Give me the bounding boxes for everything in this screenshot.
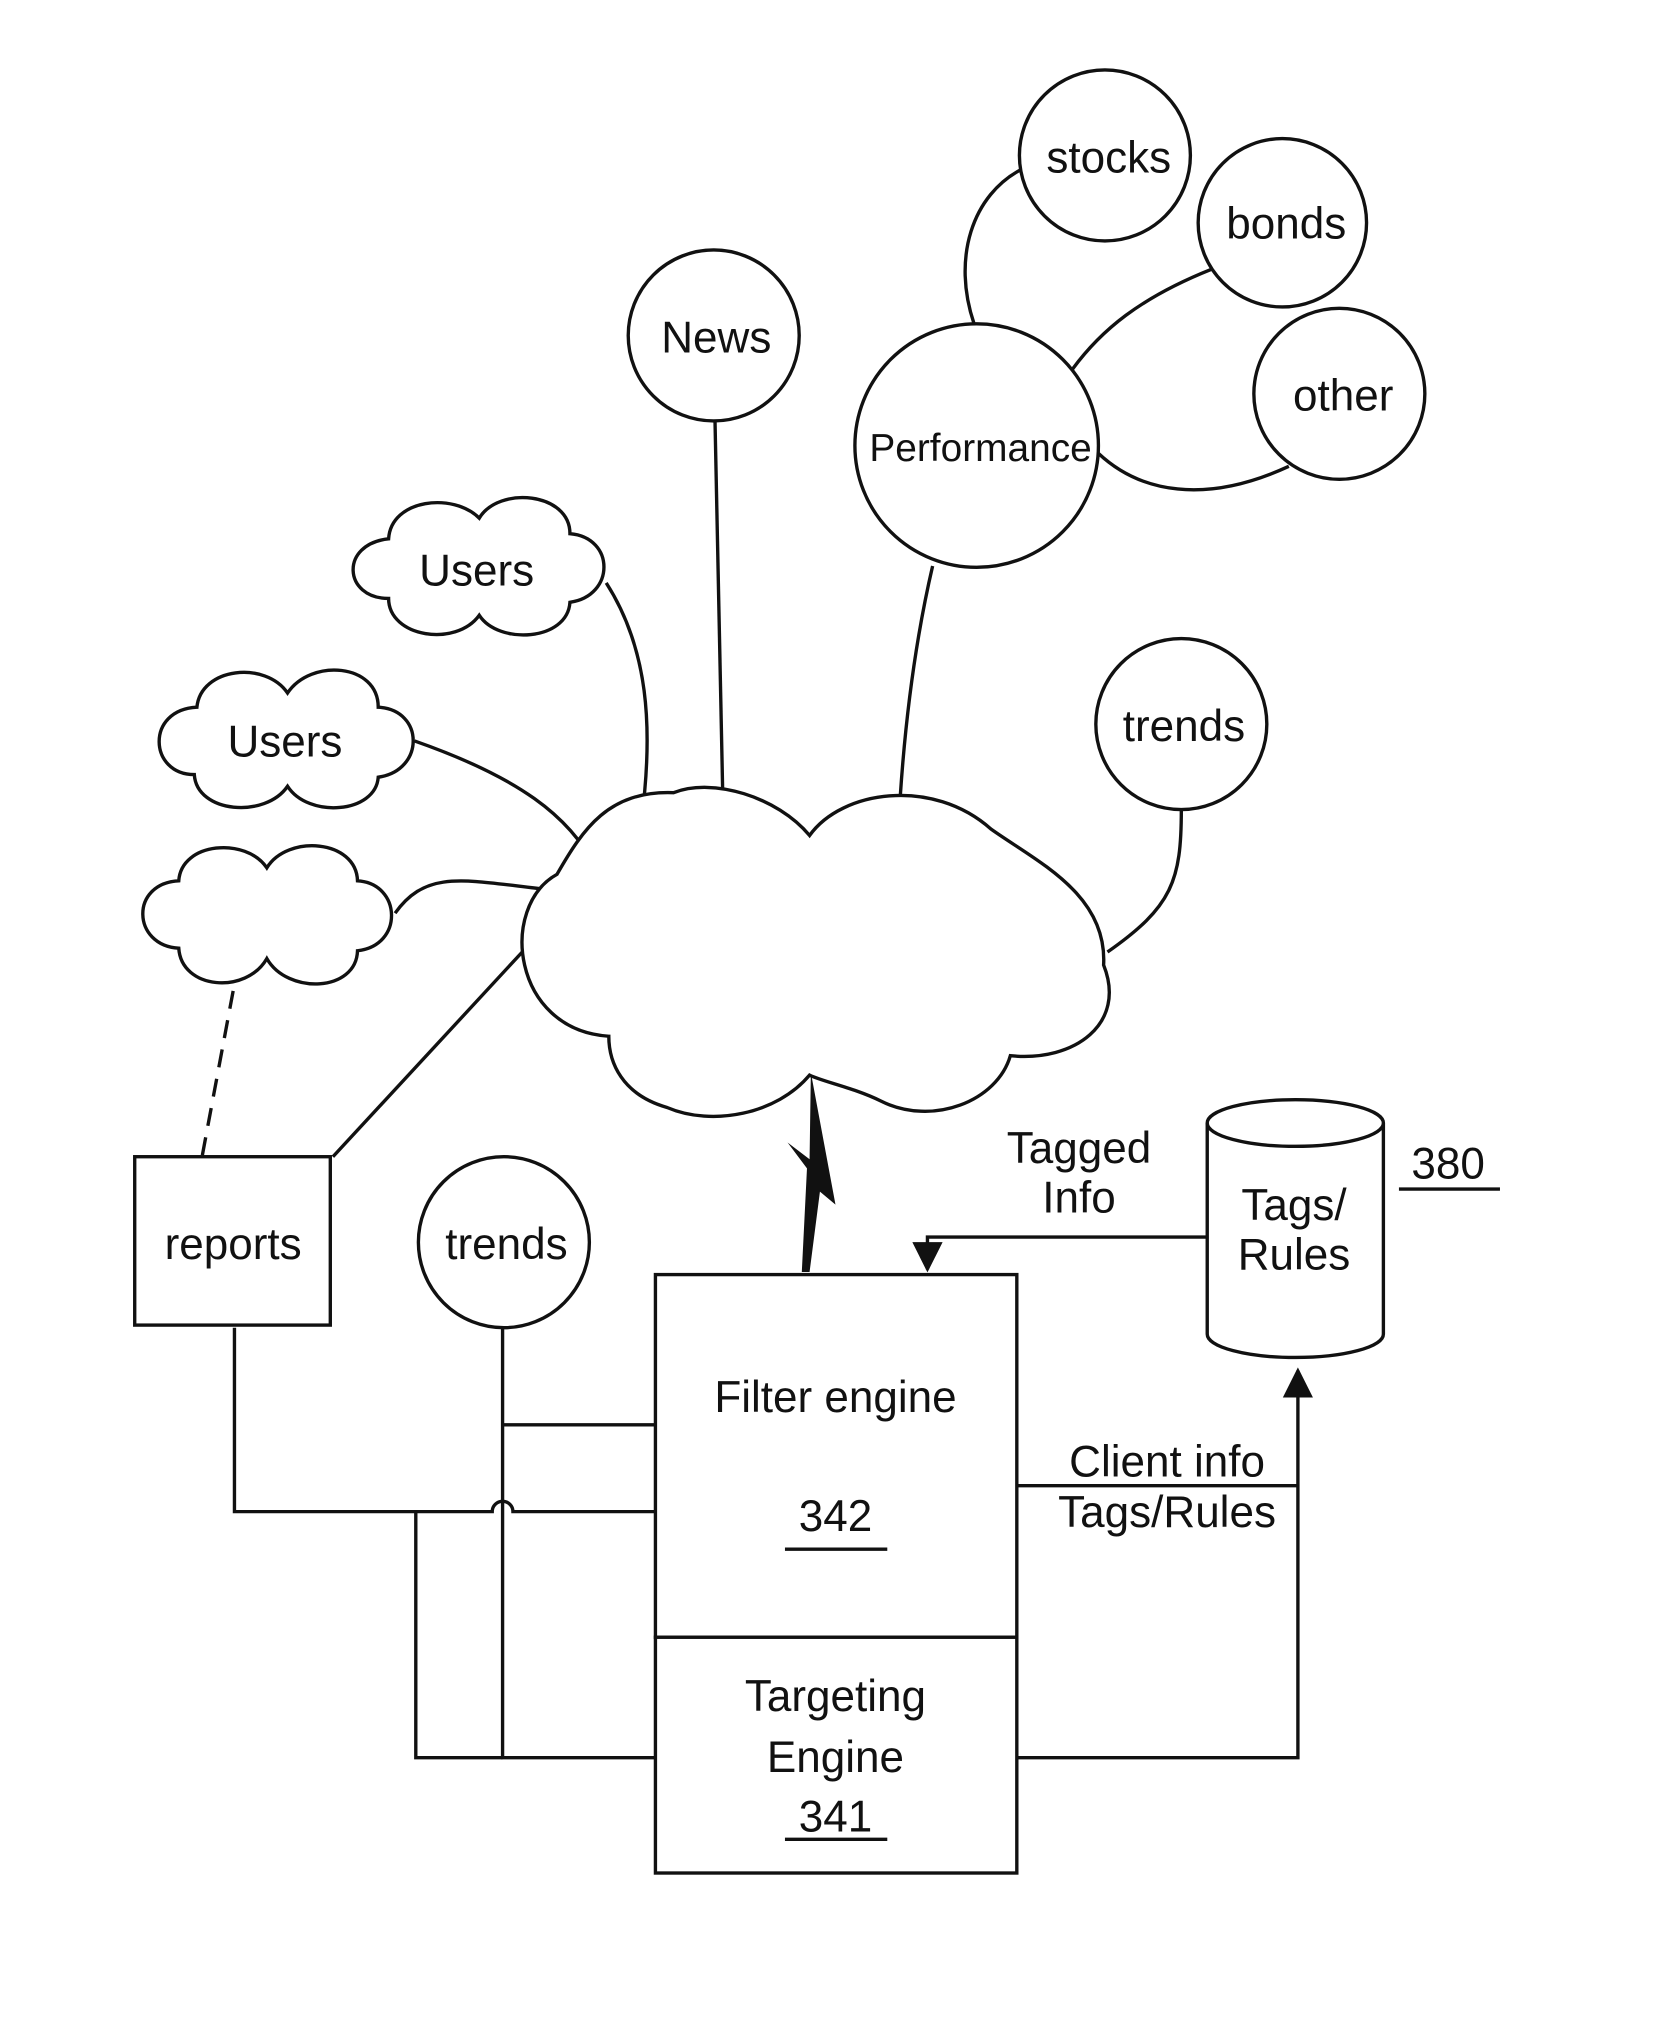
connector-other-performance [1097,452,1290,492]
connector-trends-cloud [1106,809,1184,954]
wire-left-loop [414,1511,503,1760]
targeting-engine-ref: 341 [799,1793,872,1842]
node-stocks[interactable]: stocks [1017,68,1193,243]
tags-rules-database[interactable]: Tags/ Rules [1205,1098,1386,1360]
database-label-1: Tags/ [1241,1181,1347,1230]
node-trends-bottom[interactable]: trends [416,1155,592,1330]
connector-users-mid-cloud [413,739,598,869]
node-news[interactable]: News [626,248,801,423]
filter-engine-ref: 342 [799,1492,872,1541]
tagged-info-label-2: Info [1042,1173,1115,1222]
node-performance[interactable]: Performance [853,322,1101,570]
targeting-engine-label-1: Targeting [745,1672,926,1721]
lightning-icon [787,1072,836,1272]
connector-reports-cloud [331,948,526,1158]
database-label-2: Rules [1238,1230,1351,1279]
network-cloud [520,785,1111,1119]
node-trends-bottom-label: trends [445,1220,567,1269]
node-bonds[interactable]: bonds [1196,136,1369,309]
diagram-canvas: stocks bonds other News Performance tren… [133,68,1500,1875]
node-other-label: other [1293,372,1393,421]
diagram: stocks bonds other News Performance tren… [0,0,1658,2044]
targeting-engine[interactable]: Targeting Engine 341 [653,1635,1019,1875]
node-reports-label: reports [165,1220,302,1269]
database-ref: 380 [1411,1140,1484,1189]
node-users-mid-label: Users [227,717,342,766]
arrow-tagged-info [912,1235,1208,1273]
node-other[interactable]: other [1252,306,1427,481]
connector-news-cloud [713,420,725,797]
node-users-top-label: Users [419,546,534,595]
node-users-top[interactable]: Users [351,496,606,637]
node-reports[interactable]: reports [133,1155,332,1327]
node-news-label: News [661,313,771,362]
connector-stocks-performance [963,166,1025,325]
tagged-info-label-1: Tagged [1007,1124,1151,1173]
connector-reports-cloud-dashed [200,990,235,1158]
targeting-engine-label-2: Engine [767,1733,904,1782]
node-users-mid[interactable]: Users [157,668,415,810]
connector-performance-cloud [898,565,935,797]
client-info-label: Client info [1069,1438,1265,1487]
node-stocks-label: stocks [1046,133,1171,182]
node-trends-right-label: trends [1123,702,1245,751]
wire-trends [500,1327,656,1760]
connector-bonds-performance [1071,267,1212,371]
arrow-targeting-db [1016,1367,1314,1760]
filter-engine[interactable]: Filter engine 342 [653,1272,1019,1639]
tags-rules-label: Tags/Rules [1058,1488,1276,1537]
node-performance-label: Performance [869,427,1091,470]
node-cloud-unlabeled[interactable] [141,844,394,986]
node-bonds-label: bonds [1226,199,1346,248]
wire-reports [232,1327,656,1514]
filter-engine-label: Filter engine [714,1373,956,1422]
connector-users-top-cloud [604,581,649,823]
node-trends-right[interactable]: trends [1094,636,1269,812]
